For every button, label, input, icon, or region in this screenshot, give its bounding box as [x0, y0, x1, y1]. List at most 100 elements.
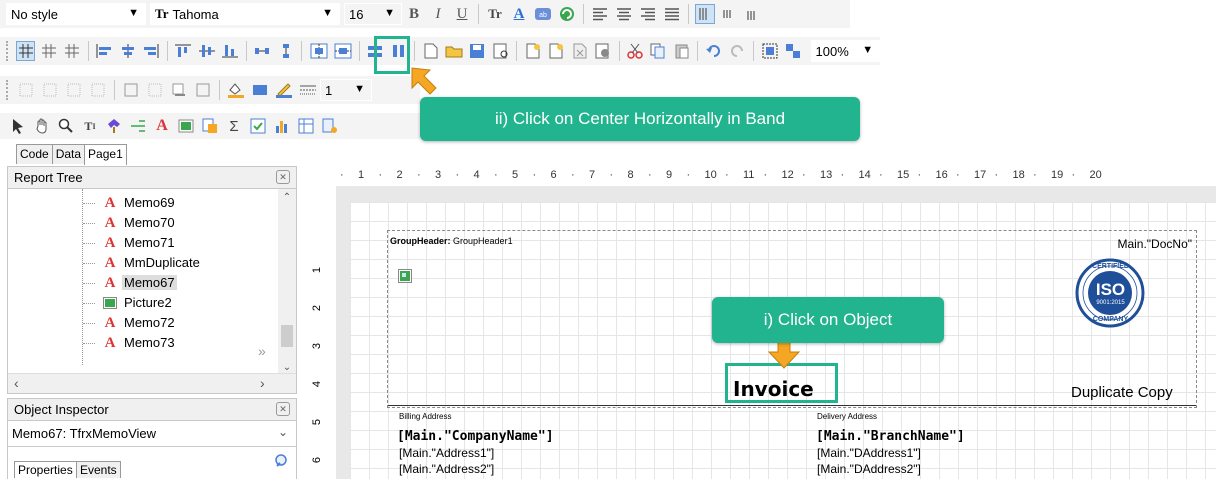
object-selector[interactable]: Memo67: TfrxMemoView ⌄ — [8, 421, 296, 447]
frame-color-icon[interactable] — [274, 80, 294, 100]
sum-icon[interactable]: Σ — [224, 116, 244, 136]
frame-left-icon[interactable] — [64, 80, 84, 100]
duplicate-copy-text[interactable]: Duplicate Copy — [1071, 384, 1173, 401]
select-tool-icon[interactable] — [8, 116, 28, 136]
frame-all-icon[interactable] — [121, 80, 141, 100]
subreport-icon[interactable] — [200, 116, 220, 136]
company-name-field[interactable]: [Main."CompanyName"] — [397, 429, 554, 444]
scroll-left-icon[interactable]: ‹ — [14, 375, 19, 391]
picture-icon[interactable] — [398, 269, 412, 286]
align-center-icon[interactable] — [614, 4, 634, 24]
toolbar-grip[interactable] — [6, 80, 10, 100]
address2-field[interactable]: [Main."Address2"] — [399, 462, 494, 476]
valign-bottom-icon[interactable] — [743, 4, 763, 24]
align-middles-icon[interactable] — [197, 41, 216, 61]
italic-icon[interactable]: I — [428, 4, 448, 24]
daddress2-field[interactable]: [Main."DAddress2"] — [817, 462, 921, 476]
align-right-icon[interactable] — [638, 4, 658, 24]
daddress1-field[interactable]: [Main."DAddress1"] — [817, 446, 921, 460]
tab-properties[interactable]: Properties — [14, 461, 77, 478]
format-painter-icon[interactable] — [104, 116, 124, 136]
space-vertically-icon[interactable] — [276, 41, 295, 61]
scroll-down-icon[interactable]: ⌄ — [278, 362, 296, 373]
space-horizontally-icon[interactable] — [253, 41, 272, 61]
fill-rect-icon[interactable] — [250, 80, 270, 100]
tree-item-selected[interactable]: A Memo67 — [8, 273, 276, 293]
frame-none-icon[interactable] — [145, 80, 165, 100]
align-bottoms-icon[interactable] — [220, 41, 239, 61]
frame-right-icon[interactable] — [88, 80, 108, 100]
hand-tool-icon[interactable] — [32, 116, 52, 136]
iso-logo[interactable]: CERTIFIED ISO 9001:2015 COMPANY — [1073, 256, 1148, 331]
group-icon[interactable] — [760, 41, 779, 61]
style-combo[interactable]: No style ▼ — [6, 3, 146, 25]
cut-icon[interactable] — [625, 41, 644, 61]
tree-item[interactable]: A Memo69 — [8, 193, 276, 213]
font-size-combo[interactable]: 16 ▼ — [344, 3, 402, 25]
font-color-icon[interactable]: A — [509, 4, 529, 24]
valign-top-icon[interactable] — [695, 4, 715, 24]
more-chevron-icon[interactable]: » — [258, 343, 266, 359]
close-icon[interactable]: ✕ — [276, 170, 290, 184]
align-tops-icon[interactable] — [174, 41, 193, 61]
checkbox-object-icon[interactable] — [248, 116, 268, 136]
frame-top-icon[interactable] — [16, 80, 36, 100]
shadow-icon[interactable] — [169, 80, 189, 100]
ungroup-icon[interactable] — [783, 41, 802, 61]
close-icon[interactable]: ✕ — [276, 402, 290, 416]
scrollbar-thumb[interactable] — [281, 325, 293, 347]
fit-grid-icon[interactable] — [63, 41, 82, 61]
branch-name-field[interactable]: [Main."BranchName"] — [816, 429, 965, 444]
underline-icon[interactable]: U — [452, 4, 472, 24]
scroll-up-icon[interactable]: ⌃ — [278, 189, 296, 207]
line-width-combo[interactable]: 1 ▼ — [320, 79, 372, 101]
tab-events[interactable]: Events — [76, 461, 121, 478]
tab-code[interactable]: Code — [16, 144, 53, 164]
font-settings-icon[interactable]: Tr — [485, 4, 505, 24]
open-folder-icon[interactable] — [444, 41, 463, 61]
center-horizontally-in-band-icon[interactable] — [308, 40, 329, 62]
delete-page-icon[interactable] — [570, 41, 589, 61]
valign-middle-icon[interactable] — [719, 4, 739, 24]
new-page-icon[interactable] — [523, 41, 542, 61]
undo-icon[interactable] — [704, 41, 723, 61]
tree-item[interactable]: A MmDuplicate — [8, 253, 276, 273]
align-left-icon[interactable] — [590, 4, 610, 24]
report-object-icon[interactable] — [320, 116, 340, 136]
picture-object-icon[interactable] — [176, 116, 196, 136]
line-style-icon[interactable] — [298, 80, 318, 100]
align-centers-icon[interactable] — [118, 41, 137, 61]
copy-icon[interactable] — [649, 41, 668, 61]
toolbar-grip[interactable] — [6, 41, 10, 61]
tree-item[interactable]: A Memo73 — [8, 333, 276, 353]
scroll-right-icon[interactable]: › — [260, 375, 265, 391]
page-settings-icon[interactable] — [593, 41, 612, 61]
fill-color-icon[interactable] — [226, 80, 246, 100]
zoom-combo[interactable]: 100% ▼ — [810, 40, 881, 62]
paste-icon[interactable] — [672, 41, 691, 61]
frame-bottom-icon[interactable] — [40, 80, 60, 100]
docno-field[interactable]: Main."DocNo" — [1117, 237, 1192, 251]
grid-icon[interactable] — [15, 41, 36, 61]
text-tool-icon[interactable]: TI — [80, 116, 100, 136]
tree-item[interactable]: Picture2 — [8, 293, 276, 313]
align-rights-icon[interactable] — [141, 41, 160, 61]
save-icon[interactable] — [468, 41, 487, 61]
tab-data[interactable]: Data — [51, 144, 86, 164]
tab-page1[interactable]: Page1 — [84, 144, 127, 165]
chart-object-icon[interactable] — [272, 116, 292, 136]
billing-label[interactable]: Billing Address — [399, 412, 451, 421]
highlight-icon[interactable]: ab — [533, 4, 553, 24]
snap-grid-icon[interactable] — [39, 41, 58, 61]
align-justify-icon[interactable] — [662, 4, 682, 24]
preview-icon[interactable] — [491, 41, 510, 61]
horizontal-scrollbar[interactable]: ‹ › — [8, 373, 296, 393]
center-vertically-in-band-icon[interactable] — [333, 41, 352, 61]
delivery-label[interactable]: Delivery Address — [817, 412, 877, 421]
tree-item[interactable]: A Memo72 — [8, 313, 276, 333]
search-icon[interactable] — [274, 453, 290, 472]
band-tool-icon[interactable] — [128, 116, 148, 136]
align-lefts-icon[interactable] — [95, 41, 114, 61]
new-report-icon[interactable] — [421, 41, 440, 61]
tree-item[interactable]: A Memo70 — [8, 213, 276, 233]
